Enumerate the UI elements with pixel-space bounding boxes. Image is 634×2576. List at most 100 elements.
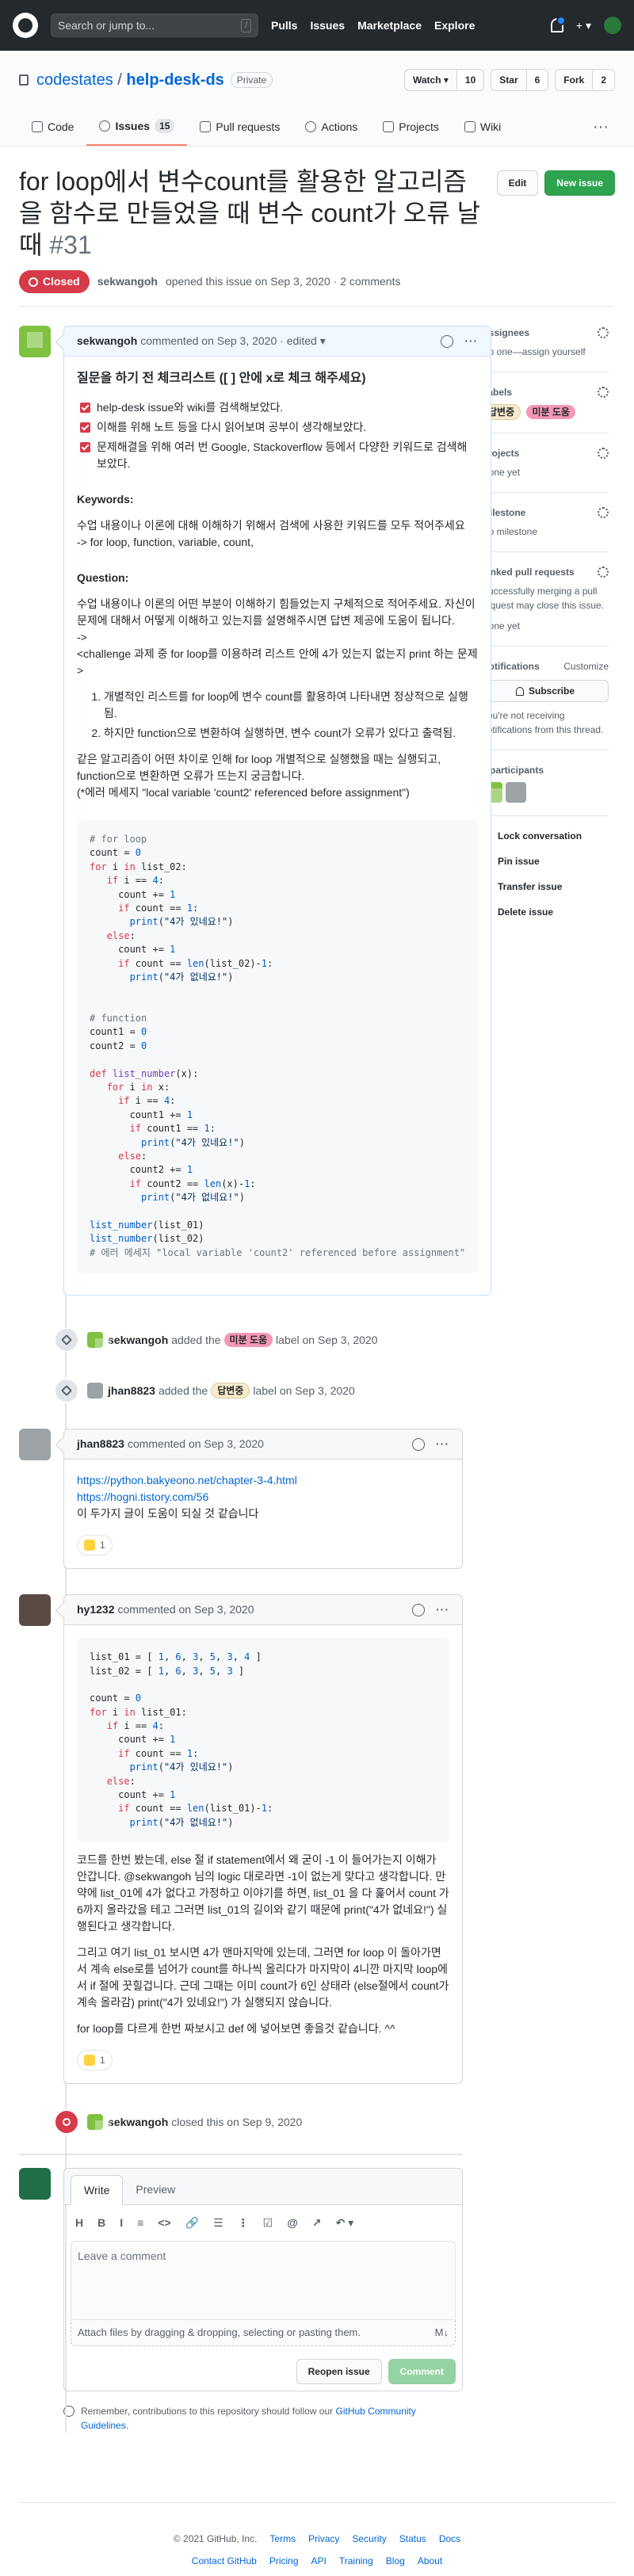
heading-icon[interactable]: H: [75, 2215, 83, 2231]
link-icon[interactable]: 🔗: [185, 2215, 199, 2231]
comment-button[interactable]: Comment: [388, 2358, 456, 2384]
reference-link[interactable]: https://python.bakyeono.net/chapter-3-4.…: [77, 1472, 449, 1489]
tab-code[interactable]: Code: [19, 108, 86, 146]
nav-explore[interactable]: Explore: [434, 17, 475, 34]
reference-link[interactable]: https://hogni.tistory.com/56: [77, 1489, 449, 1506]
gear-icon[interactable]: [598, 567, 609, 578]
lock-conversation-button[interactable]: Lock conversation: [482, 829, 609, 843]
assignees-value[interactable]: No one—assign yourself: [482, 345, 609, 359]
nav-marketplace[interactable]: Marketplace: [357, 17, 422, 34]
comment-author[interactable]: jhan8823: [77, 1436, 124, 1452]
subscribe-button[interactable]: Subscribe: [482, 680, 609, 702]
comment-meta[interactable]: commented on Sep 3, 2020 · edited ▾: [140, 333, 326, 349]
search-input[interactable]: Search or jump to... /: [51, 13, 258, 37]
event-actor[interactable]: sekwangoh: [108, 2114, 168, 2131]
avatar[interactable]: [19, 1594, 51, 1627]
avatar[interactable]: [19, 326, 51, 357]
footer-link-contact[interactable]: Contact GitHub: [192, 2554, 257, 2568]
footer-link-training[interactable]: Training: [339, 2554, 373, 2568]
tab-projects[interactable]: Projects: [370, 108, 452, 146]
ordered-list-icon[interactable]: ⋮: [238, 2215, 249, 2231]
tab-pull-requests[interactable]: Pull requests: [187, 108, 292, 146]
star-count[interactable]: 6: [526, 70, 548, 90]
label-badge[interactable]: 답변중: [211, 1383, 250, 1399]
participant-avatar[interactable]: [506, 782, 526, 803]
tab-preview[interactable]: Preview: [123, 2175, 188, 2204]
footer-link-api[interactable]: API: [311, 2554, 327, 2568]
nav-issues[interactable]: Issues: [310, 17, 345, 34]
event-actor[interactable]: jhan8823: [108, 1383, 155, 1399]
tab-wiki[interactable]: Wiki: [452, 108, 514, 146]
tab-write[interactable]: Write: [71, 2175, 124, 2206]
avatar[interactable]: [87, 1383, 103, 1399]
repo-owner-link[interactable]: codestates: [36, 71, 113, 89]
code-icon[interactable]: <>: [158, 2215, 170, 2231]
unordered-list-icon[interactable]: ☰: [213, 2215, 223, 2231]
avatar[interactable]: [19, 1429, 51, 1461]
gear-icon[interactable]: [598, 327, 609, 338]
reference-icon[interactable]: ↗: [312, 2215, 322, 2231]
gear-icon[interactable]: [598, 387, 609, 398]
label-badge[interactable]: 미분 도움: [223, 1333, 273, 1348]
comment-meta[interactable]: commented on Sep 3, 2020: [128, 1436, 264, 1452]
footer-link-pricing[interactable]: Pricing: [269, 2554, 299, 2568]
comment-options-button[interactable]: ···: [464, 333, 478, 349]
reopen-issue-button[interactable]: Reopen issue: [296, 2358, 382, 2384]
label-badge[interactable]: 미분 도움: [526, 405, 575, 419]
markdown-icon[interactable]: M↓: [435, 2325, 449, 2341]
saved-replies-icon[interactable]: ↶ ▾: [336, 2215, 354, 2231]
tab-actions[interactable]: Actions: [292, 108, 370, 146]
mention-icon[interactable]: @: [287, 2215, 298, 2231]
comment-author[interactable]: sekwangoh: [77, 333, 137, 349]
add-reaction-icon[interactable]: [412, 1437, 425, 1451]
footer-link-privacy[interactable]: Privacy: [308, 2532, 339, 2546]
footer-link-security[interactable]: Security: [352, 2532, 386, 2546]
footer-link-about[interactable]: About: [418, 2554, 442, 2568]
thumbs-up-reaction[interactable]: 1: [77, 2050, 113, 2071]
italic-icon[interactable]: I: [120, 2215, 123, 2231]
gear-icon[interactable]: [598, 507, 609, 518]
bold-icon[interactable]: B: [97, 2215, 105, 2231]
comment-meta[interactable]: commented on Sep 3, 2020: [117, 1601, 254, 1618]
avatar[interactable]: [87, 2114, 111, 2137]
checkbox[interactable]: [80, 403, 90, 413]
gear-icon[interactable]: [598, 448, 609, 459]
task-list-icon[interactable]: ☑: [263, 2215, 273, 2231]
attach-files-area[interactable]: Attach files by dragging & dropping, sel…: [71, 2320, 456, 2346]
add-reaction-icon[interactable]: [441, 334, 454, 348]
tab-issues[interactable]: Issues 15: [86, 108, 188, 146]
watch-button[interactable]: Watch ▾ 10: [403, 69, 485, 91]
watch-count[interactable]: 10: [456, 70, 484, 90]
repo-name-link[interactable]: help-desk-ds: [126, 71, 223, 89]
create-new-menu[interactable]: + ▾: [576, 17, 591, 34]
event-actor[interactable]: sekwangoh: [108, 1332, 168, 1349]
comment-options-button[interactable]: ···: [436, 1436, 449, 1452]
comment-options-button[interactable]: ···: [436, 1601, 449, 1618]
footer-link-blog[interactable]: Blog: [386, 2554, 405, 2568]
nav-pulls[interactable]: Pulls: [271, 17, 297, 34]
fork-count[interactable]: 2: [593, 70, 614, 90]
pin-issue-button[interactable]: Pin issue: [482, 854, 609, 868]
avatar[interactable]: [87, 1332, 111, 1355]
new-issue-button[interactable]: New issue: [544, 170, 615, 196]
transfer-issue-button[interactable]: Transfer issue: [482, 880, 609, 894]
github-logo-icon[interactable]: [13, 13, 38, 38]
user-avatar-menu[interactable]: [604, 17, 621, 34]
more-tabs-button[interactable]: ···: [593, 108, 615, 146]
checkbox[interactable]: [80, 442, 90, 452]
comment-author[interactable]: hy1232: [77, 1601, 114, 1618]
footer-link-status[interactable]: Status: [399, 2532, 426, 2546]
fork-button[interactable]: Fork 2: [555, 69, 615, 91]
delete-issue-button[interactable]: Delete issue: [482, 905, 609, 919]
thumbs-up-reaction[interactable]: 1: [77, 1535, 113, 1556]
checkbox[interactable]: [80, 422, 90, 433]
footer-link-docs[interactable]: Docs: [439, 2532, 460, 2546]
add-reaction-icon[interactable]: [412, 1603, 425, 1616]
customize-link[interactable]: Customize: [563, 659, 609, 674]
notification-bell-icon[interactable]: [550, 16, 566, 32]
star-button[interactable]: Star 6: [491, 69, 549, 91]
quote-icon[interactable]: ≡: [137, 2215, 143, 2231]
footer-link-terms[interactable]: Terms: [269, 2532, 296, 2546]
comment-textarea[interactable]: Leave a comment: [71, 2241, 456, 2321]
issue-author[interactable]: sekwangoh: [97, 273, 158, 290]
